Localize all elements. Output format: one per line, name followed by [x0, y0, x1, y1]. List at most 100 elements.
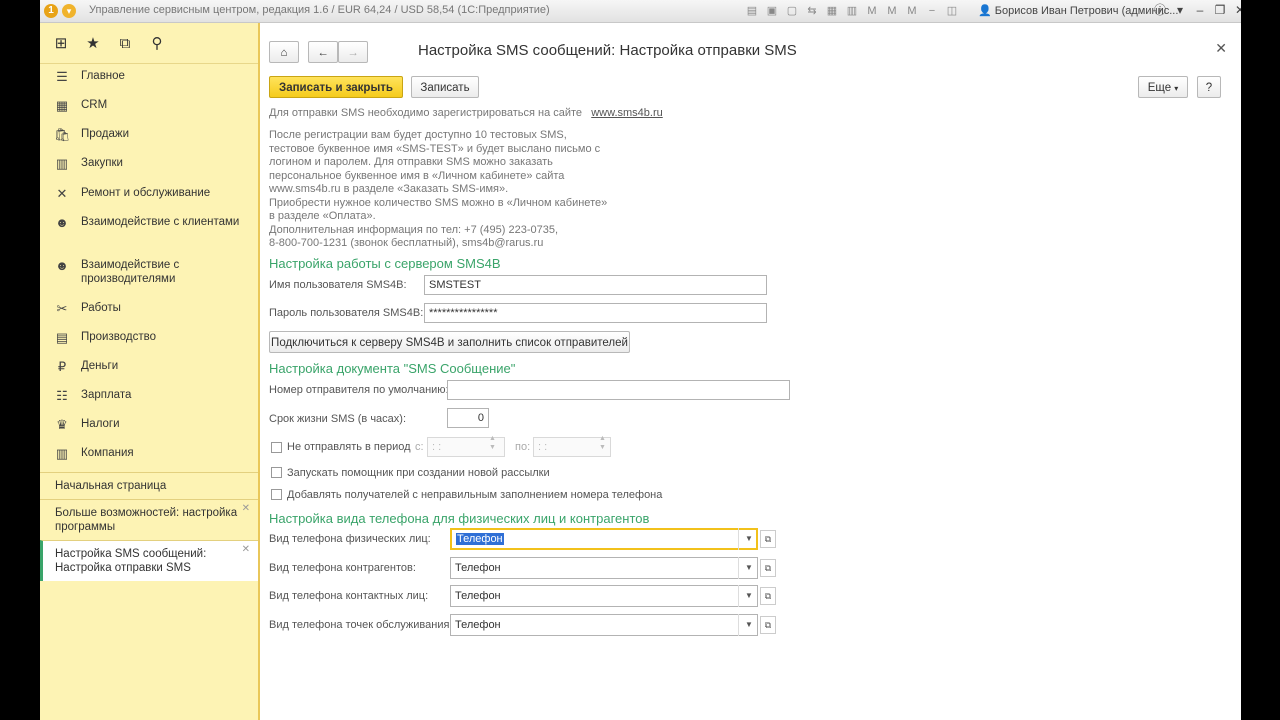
link-icon[interactable]: ⇆ [804, 3, 820, 19]
phone-kind-individuals-field[interactable]: Телефон [450, 528, 758, 550]
phone-kind-contacts-field[interactable]: Телефон [450, 585, 758, 607]
sidebar-item-11[interactable]: ☷ Зарплата [40, 388, 254, 403]
phone-kind-individuals-select[interactable]: Телефон ▼ ⧉ [450, 528, 776, 550]
from-spinner-icon[interactable]: ▲ ▼ [489, 434, 496, 452]
memory-minus-icon[interactable]: M [904, 3, 920, 19]
assistant-checkbox[interactable] [271, 467, 282, 478]
sidebar-item-label: Производство [81, 331, 156, 343]
close-tab-icon[interactable]: ✕ [242, 543, 250, 557]
sidebar-item-4[interactable]: ▥ Закупки [40, 156, 254, 171]
window-title: Управление сервисным центром, редакция 1… [89, 4, 550, 16]
username-label: Имя пользователя SMS4B: [269, 279, 407, 291]
home-button[interactable]: ⌂ [269, 41, 299, 63]
sidebar-item-12[interactable]: ♛ Налоги [40, 417, 254, 432]
print-preview-icon[interactable]: ▣ [764, 3, 780, 19]
info-line: в разделе «Оплата». [269, 210, 376, 222]
phone-kind-contractors-select[interactable]: Телефон ▼ ⧉ [450, 557, 776, 579]
open-windows-list: Начальная страница Больше возможностей: … [40, 472, 258, 581]
save-and-close-button[interactable]: Записать и закрыть [269, 76, 403, 98]
sidebar-item-5[interactable]: ✕ Ремонт и обслуживание [40, 186, 254, 201]
lifetime-input[interactable]: 0 [447, 408, 489, 428]
open-window-start-page[interactable]: Начальная страница [40, 472, 258, 499]
panel-toggle-icon[interactable]: ◫ [944, 3, 960, 19]
open-form-icon[interactable]: ⧉ [760, 559, 776, 577]
sidebar-item-label: Налоги [81, 418, 120, 430]
chevron-down-icon[interactable]: ▼ [738, 614, 759, 636]
register-link[interactable]: www.sms4b.ru [591, 107, 663, 119]
clients-icon: ☻ [55, 215, 69, 230]
open-window-more-features[interactable]: Больше возможностей: настройка программы… [40, 499, 258, 540]
sidebar-item-2[interactable]: ▦ CRM [40, 98, 254, 113]
sender-label: Номер отправителя по умолчанию: [269, 384, 449, 396]
connect-server-button[interactable]: Подключиться к серверу SMS4B и заполнить… [269, 331, 630, 353]
phone-kind-service-points-select[interactable]: Телефон ▼ ⧉ [450, 614, 776, 636]
sidebar-item-9[interactable]: ▤ Производство [40, 330, 254, 345]
open-window-sms-settings[interactable]: Настройка SMS сообщений: Настройка отпра… [40, 540, 258, 581]
form-area: ⌂ ← → Настройка SMS сообщений: Настройка… [260, 23, 1241, 720]
money-icon: ₽ [57, 359, 67, 374]
more-button[interactable]: Еще ▾ [1138, 76, 1188, 98]
sidebar-item-label: Работы [81, 302, 121, 314]
current-user[interactable]: 👤 Борисов Иван Петрович (админис... [978, 4, 1178, 17]
memory-m-icon[interactable]: M [864, 3, 880, 19]
sidebar-item-label: Главное [81, 70, 125, 82]
close-tab-icon[interactable]: ✕ [242, 502, 250, 516]
toolbar-icons: ▤ ▣ ▢ ⇆ ▦ ▥ M M M − ◫ [744, 3, 960, 19]
favorites-star-icon[interactable]: ★ [84, 34, 102, 52]
open-form-icon[interactable]: ⧉ [760, 616, 776, 634]
add-recipients-checkbox[interactable] [271, 489, 282, 500]
phone-kind-contacts-select[interactable]: Телефон ▼ ⧉ [450, 585, 776, 607]
username-input[interactable]: SMSTEST [424, 275, 767, 295]
memory-plus-icon[interactable]: M [884, 3, 900, 19]
phone-kind-contractors-field[interactable]: Телефон [450, 557, 758, 579]
back-button[interactable]: ← [308, 41, 338, 63]
sidebar-item-6[interactable]: ☻ Взаимодействие с клиентами [40, 215, 254, 230]
minimize-icon[interactable]: – [1192, 2, 1208, 18]
open-form-icon[interactable]: ⧉ [760, 530, 776, 548]
chevron-down-icon[interactable]: ▼ [738, 557, 759, 579]
info-line: персональное буквенное имя в «Личном каб… [269, 169, 565, 182]
help-button[interactable]: ? [1197, 76, 1221, 98]
info-icon[interactable]: ⓘ [1152, 2, 1168, 18]
period-label: Не отправлять в период [287, 441, 411, 453]
sidebar-item-3[interactable]: 🛍 Продажи [40, 127, 254, 142]
left-panel: ⊞ ★ ⧉ ⚲ ☰ Главное ▦ CRM 🛍 Продажи ▥ Закупки ✕ Рем… [40, 23, 260, 720]
menu-arrow-icon[interactable]: ▾ [62, 4, 76, 18]
open-form-icon[interactable]: ⧉ [760, 587, 776, 605]
chevron-down-icon[interactable]: ▼ [738, 585, 759, 607]
sender-input[interactable] [447, 380, 790, 400]
sidebar-item-10[interactable]: ₽ Деньги [40, 359, 254, 374]
sales-icon: 🛍 [54, 127, 71, 142]
taxes-icon: ♛ [56, 417, 68, 432]
sidebar-item-8[interactable]: ✂ Работы [40, 301, 254, 316]
to-spinner-icon[interactable]: ▲ ▼ [599, 434, 606, 452]
history-icon[interactable]: ⧉ [116, 35, 134, 52]
grid-menu-icon[interactable]: ⊞ [52, 34, 70, 52]
lifetime-label: Срок жизни SMS (в часах): [269, 413, 407, 425]
close-form-icon[interactable]: ✕ [1215, 40, 1227, 57]
restore-icon[interactable]: ❐ [1212, 2, 1228, 18]
print-icon[interactable]: ▤ [744, 3, 760, 19]
zoom-out-icon[interactable]: − [924, 3, 940, 19]
to-label: по: [515, 441, 531, 453]
forward-button[interactable]: → [338, 41, 368, 63]
calculator-icon[interactable]: ▥ [844, 3, 860, 19]
sidebar-item-7[interactable]: ☻ Взаимодействие с производителями [40, 258, 254, 286]
chevron-down-icon[interactable]: ▼ [738, 528, 759, 550]
info-menu-icon[interactable]: ▾ [1172, 2, 1188, 18]
sidebar-item-13[interactable]: ▥ Компания [40, 446, 254, 461]
app-logo-icon[interactable]: 1 [44, 4, 58, 18]
period-checkbox[interactable] [271, 442, 282, 453]
calendar-icon[interactable]: ▦ [824, 3, 840, 19]
password-input[interactable]: **************** [424, 303, 767, 323]
close-window-icon[interactable]: ✕ [1232, 2, 1241, 18]
sidebar-item-1[interactable]: ☰ Главное [40, 69, 254, 84]
info-line: 8-800-700-1231 (звонок бесплатный), sms4… [269, 237, 544, 249]
sidebar-item-label: Продажи [81, 128, 130, 140]
production-icon: ▤ [55, 330, 69, 345]
add-recipients-label: Добавлять получателей с неправильным зап… [287, 489, 663, 501]
save-icon[interactable]: ▢ [784, 3, 800, 19]
search-icon[interactable]: ⚲ [148, 34, 166, 52]
phone-kind-service-points-field[interactable]: Телефон [450, 614, 758, 636]
save-button[interactable]: Записать [411, 76, 479, 98]
